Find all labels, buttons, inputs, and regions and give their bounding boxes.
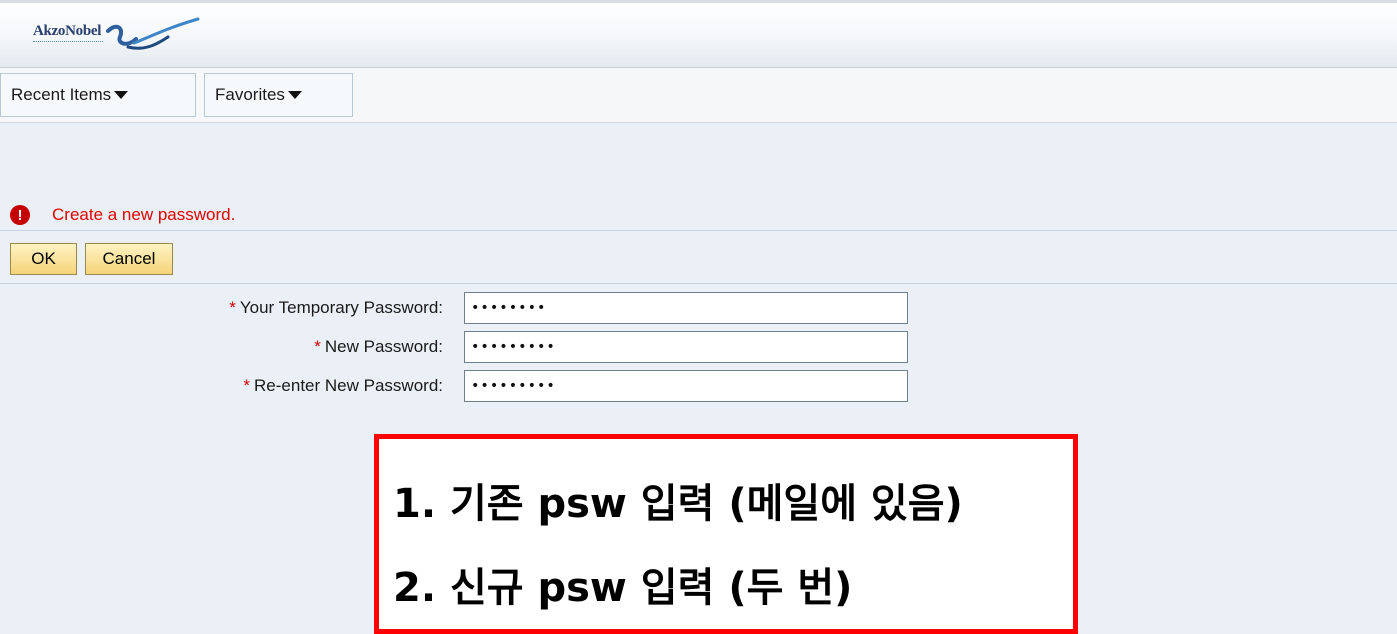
instruction-line-1: 1. 기존 psw 입력 (메일에 있음)	[393, 481, 963, 527]
temporary-password-label-text: Your Temporary Password:	[239, 298, 443, 317]
reenter-password-label-text: Re-enter New Password:	[254, 376, 443, 395]
reenter-password-field[interactable]	[464, 370, 908, 402]
temporary-password-label: * Your Temporary Password:	[229, 292, 443, 324]
new-password-label: * New Password:	[314, 331, 443, 363]
caret-down-icon	[114, 91, 129, 99]
temporary-password-field[interactable]	[464, 292, 908, 324]
favorites-menu[interactable]: Favorites	[204, 73, 353, 117]
new-password-row: * New Password:	[0, 331, 1397, 363]
required-marker: *	[243, 376, 251, 395]
instruction-line-2: 2. 신규 psw 입력 (두 번)	[393, 565, 853, 611]
action-toolbar: OK Cancel	[0, 231, 1397, 284]
logo-tagline	[33, 41, 103, 45]
error-message-text: Create a new password.	[52, 205, 236, 224]
recent-items-menu[interactable]: Recent Items	[0, 73, 196, 117]
recent-items-label: Recent Items	[11, 85, 112, 104]
required-marker: *	[314, 337, 321, 356]
favorites-label: Favorites	[215, 85, 285, 104]
logo-text: AkzoNobel	[33, 23, 102, 39]
new-password-label-text: New Password:	[324, 337, 443, 356]
new-password-field[interactable]	[464, 331, 908, 363]
caret-down-icon	[287, 91, 302, 99]
reenter-password-row: * Re-enter New Password:	[0, 370, 1397, 402]
required-marker: *	[229, 298, 236, 317]
ok-button[interactable]: OK	[10, 243, 77, 275]
akzonobel-logo: AkzoNobel	[30, 17, 208, 53]
logo-figure-icon	[106, 17, 200, 50]
cancel-button[interactable]: Cancel	[85, 243, 173, 275]
instruction-annotation-box: 1. 기존 psw 입력 (메일에 있음) 2. 신규 psw 입력 (두 번)	[374, 434, 1078, 634]
error-icon: !	[10, 205, 30, 225]
temporary-password-row: * Your Temporary Password:	[0, 292, 1397, 324]
error-message: ! Create a new password.	[10, 204, 235, 226]
navigation-bar: Recent Items Favorites	[0, 68, 1397, 123]
reenter-password-label: * Re-enter New Password:	[243, 370, 443, 402]
app-header: AkzoNobel	[0, 0, 1397, 68]
